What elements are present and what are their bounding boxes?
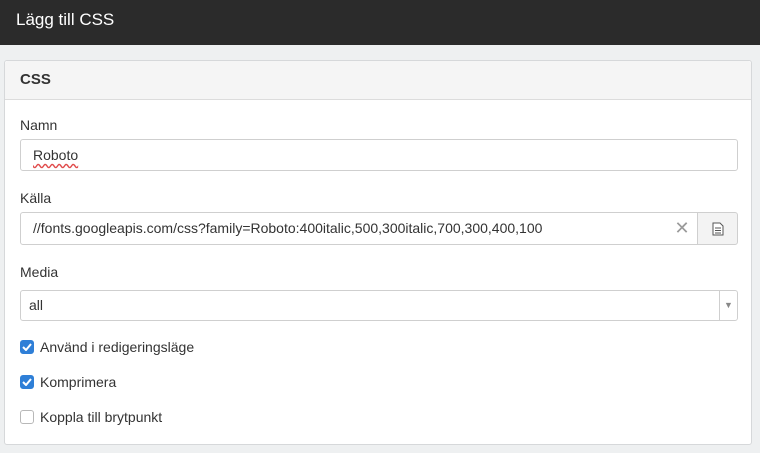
name-field[interactable]: Roboto <box>20 139 738 171</box>
checkmark-icon <box>22 343 32 351</box>
media-select[interactable]: all ▼ <box>20 290 738 321</box>
checkbox[interactable] <box>20 410 34 424</box>
name-value: Roboto <box>33 147 79 163</box>
panel-title: CSS <box>5 61 751 100</box>
chevron-down-icon[interactable]: ▼ <box>719 291 737 320</box>
source-input-group: //fonts.googleapis.com/css?family=Roboto… <box>20 212 738 245</box>
close-icon[interactable]: ✕ <box>671 213 693 243</box>
window-title: Lägg till CSS <box>0 0 760 45</box>
checkbox-compress[interactable]: Komprimera <box>20 373 116 391</box>
media-label: Media <box>20 264 59 280</box>
checkbox-edit-mode[interactable]: Använd i redigeringsläge <box>20 338 194 356</box>
media-value: all <box>29 297 44 313</box>
checkbox-label: Komprimera <box>40 374 117 390</box>
file-browse-button[interactable] <box>697 212 738 245</box>
checkbox-breakpoint[interactable]: Koppla till brytpunkt <box>20 408 162 426</box>
checkbox-label: Använd i redigeringsläge <box>40 339 195 355</box>
checkbox[interactable] <box>20 375 34 389</box>
checkbox[interactable] <box>20 340 34 354</box>
css-panel: CSS Namn Roboto Källa //fonts.googleapis… <box>4 60 752 445</box>
file-icon <box>712 222 723 235</box>
source-field[interactable]: //fonts.googleapis.com/css?family=Roboto… <box>20 212 698 245</box>
checkmark-icon <box>22 378 32 386</box>
name-label: Namn <box>20 117 58 133</box>
source-value: //fonts.googleapis.com/css?family=Roboto… <box>33 220 543 236</box>
checkbox-label: Koppla till brytpunkt <box>40 409 163 425</box>
source-label: Källa <box>20 190 52 206</box>
